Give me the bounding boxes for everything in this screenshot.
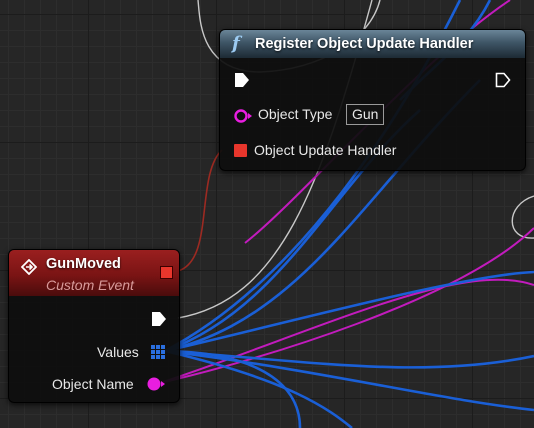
object-input-pin-icon[interactable] — [233, 108, 253, 124]
register-object-update-handler-node[interactable]: f Register Object Update Handler Object … — [219, 29, 526, 171]
event-icon — [21, 259, 37, 275]
node-subtitle: Custom Event — [46, 277, 134, 293]
gunmoved-custom-event-node[interactable]: GunMoved Custom Event Values Object Name — [8, 249, 180, 403]
delegate-input-pin-icon[interactable] — [234, 144, 247, 157]
array-wire[interactable] — [164, 349, 534, 412]
object-type-value-field[interactable]: Gun — [346, 104, 385, 125]
delegate-output-pin-icon[interactable] — [160, 266, 173, 279]
object-name-label: Object Name — [52, 376, 134, 392]
node-header[interactable]: f Register Object Update Handler — [220, 30, 525, 58]
object-update-handler-label: Object Update Handler — [254, 142, 397, 158]
array-output-pin-icon[interactable] — [151, 345, 165, 359]
array-wire[interactable] — [164, 349, 302, 428]
object-output-pin-icon[interactable] — [146, 376, 166, 392]
node-header[interactable]: GunMoved Custom Event — [9, 250, 179, 296]
values-label: Values — [97, 344, 139, 360]
object-type-label: Object Type — [258, 106, 333, 122]
exec-output-pin-icon[interactable] — [495, 72, 511, 88]
delegate-wire[interactable] — [177, 149, 223, 272]
exec-output-pin-icon[interactable] — [151, 311, 167, 327]
function-icon: f — [232, 33, 240, 54]
array-wire[interactable] — [164, 270, 534, 353]
exec-input-pin-icon[interactable] — [234, 72, 250, 88]
node-title: Register Object Update Handler — [255, 36, 474, 52]
object-wire[interactable] — [159, 278, 534, 384]
node-title: GunMoved — [46, 256, 121, 272]
